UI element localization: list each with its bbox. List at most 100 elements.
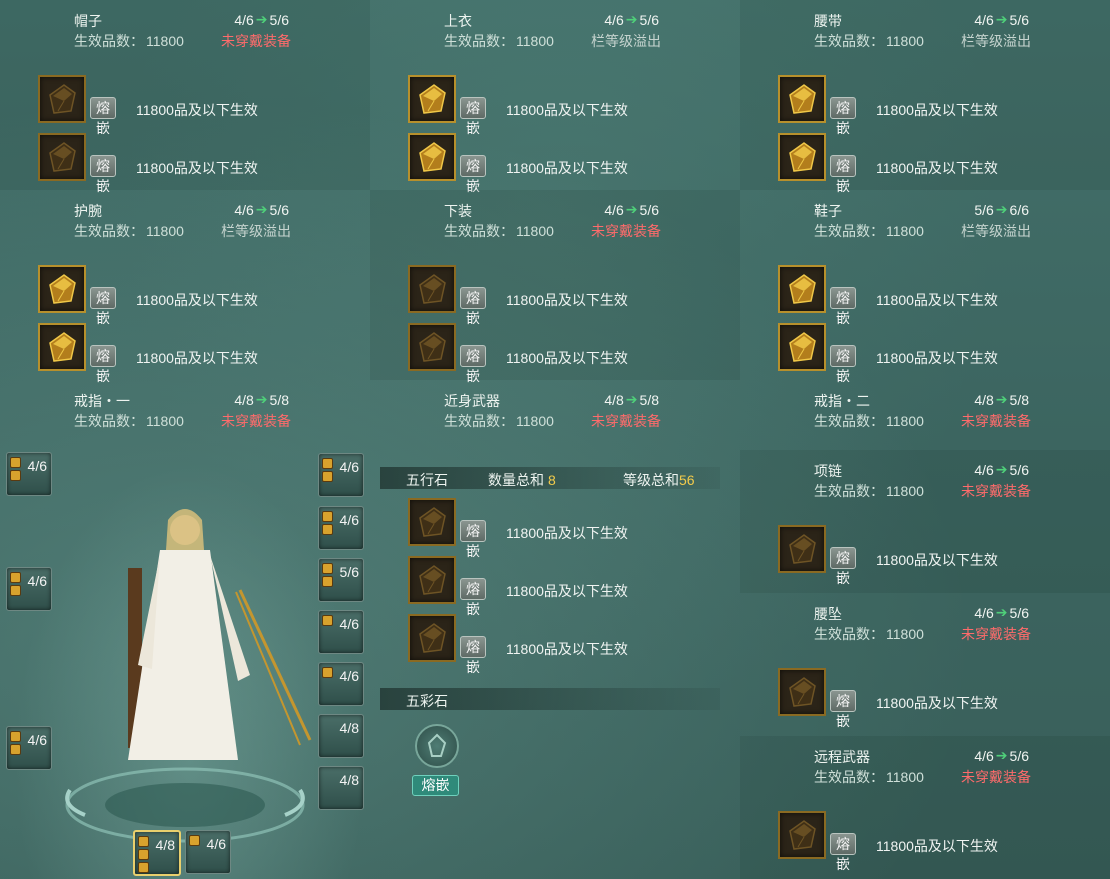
slot-level: 4/6 ➔ 5/6 bbox=[974, 747, 1029, 764]
gem-icon[interactable] bbox=[408, 323, 456, 371]
level-from: 4/6 bbox=[234, 11, 254, 28]
slot-level: 4/8 ➔ 5/8 bbox=[974, 391, 1029, 408]
equipment-slot[interactable]: 5/6 bbox=[318, 558, 364, 602]
gem-icon[interactable] bbox=[778, 133, 826, 181]
gem-icon[interactable] bbox=[408, 556, 456, 604]
inlay-button[interactable]: 熔嵌 bbox=[460, 636, 486, 675]
gem-effect-text: 11800品及以下生效 bbox=[506, 160, 628, 176]
gem-effect-text: 11800品及以下生效 bbox=[876, 102, 998, 118]
gem-dots bbox=[189, 835, 200, 848]
gem-icon[interactable] bbox=[778, 525, 826, 573]
equipment-panel: 腰坠 4/6 ➔ 5/6 生效品数： 11800 未穿戴装备 熔嵌 11800品及以下生效 bbox=[740, 593, 1110, 736]
slot-name: 帽子 bbox=[74, 13, 102, 29]
equipment-slot[interactable]: 4/6 bbox=[6, 452, 52, 496]
slot-name: 腰坠 bbox=[814, 606, 842, 622]
gem-dot-icon bbox=[10, 457, 21, 468]
slot-level: 4/6 ➔ 5/6 bbox=[974, 604, 1029, 621]
inlay-button[interactable]: 熔嵌 bbox=[830, 155, 856, 194]
gem-icon[interactable] bbox=[408, 498, 456, 546]
gem-icon[interactable] bbox=[778, 323, 826, 371]
level-from: 4/8 bbox=[974, 391, 994, 408]
gem-icon[interactable] bbox=[38, 75, 86, 123]
wucai-inlay-button[interactable]: 熔嵌 bbox=[412, 775, 459, 796]
gem-effect-text: 11800品及以下生效 bbox=[136, 292, 258, 308]
slot-name: 下装 bbox=[444, 203, 472, 219]
gem-dot-icon bbox=[10, 744, 21, 755]
effective-value: 11800 bbox=[146, 33, 184, 49]
arrow-right-icon: ➔ bbox=[995, 747, 1008, 763]
equipment-panel: 上衣 4/6 ➔ 5/6 生效品数： 11800 栏等级溢出 熔嵌 11800品及以下生效 熔嵌 1… bbox=[370, 0, 740, 194]
gem-icon[interactable] bbox=[778, 75, 826, 123]
gem-effect-text: 11800品及以下生效 bbox=[876, 695, 998, 711]
gem-icon[interactable] bbox=[408, 133, 456, 181]
equipment-panel: 戒指・二 4/8 ➔ 5/8 生效品数： 11800 未穿戴装备 bbox=[740, 380, 1110, 440]
arrow-right-icon: ➔ bbox=[625, 11, 638, 27]
gem-dot-icon bbox=[138, 849, 149, 860]
equipment-panel: 腰带 4/6 ➔ 5/6 生效品数： 11800 栏等级溢出 熔嵌 11800品及以下生效 熔嵌 1… bbox=[740, 0, 1110, 194]
equipment-slot[interactable]: 4/6 bbox=[318, 662, 364, 706]
gem-icon[interactable] bbox=[408, 265, 456, 313]
inlay-button[interactable]: 熔嵌 bbox=[90, 97, 116, 136]
effective-value: 11800 bbox=[146, 223, 184, 239]
equipment-panel: 远程武器 4/6 ➔ 5/6 生效品数： 11800 未穿戴装备 熔嵌 11800品及以下生效 bbox=[740, 736, 1110, 879]
wucai-slot-icon[interactable] bbox=[415, 724, 459, 768]
effective-label: 生效品数： bbox=[74, 223, 144, 239]
inlay-button[interactable]: 熔嵌 bbox=[460, 345, 486, 384]
equipment-slot[interactable]: 4/8 bbox=[318, 766, 364, 810]
inlay-button[interactable]: 熔嵌 bbox=[830, 287, 856, 326]
effective-label: 生效品数： bbox=[814, 769, 884, 785]
equipment-slot[interactable]: 4/6 bbox=[318, 506, 364, 550]
gem-effect-text: 11800品及以下生效 bbox=[136, 160, 258, 176]
gem-icon[interactable] bbox=[408, 75, 456, 123]
equipment-slot[interactable]: 4/6 bbox=[318, 610, 364, 654]
slot-count: 4/6 bbox=[339, 616, 359, 632]
effective-grade: 生效品数： 11800 bbox=[74, 411, 184, 431]
gem-icon[interactable] bbox=[778, 811, 826, 859]
equipment-slot[interactable]: 4/8 bbox=[318, 714, 364, 758]
slot-status: 栏等级溢出 bbox=[961, 223, 1031, 239]
inlay-button[interactable]: 熔嵌 bbox=[90, 287, 116, 326]
inlay-button[interactable]: 熔嵌 bbox=[460, 97, 486, 136]
gem-icon[interactable] bbox=[408, 614, 456, 662]
gem-icon[interactable] bbox=[778, 265, 826, 313]
inlay-button[interactable]: 熔嵌 bbox=[830, 833, 856, 872]
inlay-button[interactable]: 熔嵌 bbox=[830, 690, 856, 729]
gem-effect-text: 11800品及以下生效 bbox=[506, 102, 628, 118]
slot-status: 栏等级溢出 bbox=[221, 223, 291, 239]
equipment-slot[interactable]: 4/6 bbox=[6, 726, 52, 770]
effective-value: 11800 bbox=[516, 413, 554, 429]
effective-value: 11800 bbox=[886, 769, 924, 785]
level-from: 4/6 bbox=[974, 604, 994, 621]
gem-icon[interactable] bbox=[38, 323, 86, 371]
gem-icon[interactable] bbox=[38, 265, 86, 313]
inlay-button[interactable]: 熔嵌 bbox=[460, 287, 486, 326]
gem-dot-icon bbox=[138, 836, 149, 847]
slot-status: 未穿戴装备 bbox=[221, 413, 291, 429]
level-from: 4/8 bbox=[604, 391, 624, 408]
slot-count: 4/6 bbox=[339, 668, 359, 684]
inlay-button[interactable]: 熔嵌 bbox=[90, 155, 116, 194]
slot-status: 栏等级溢出 bbox=[961, 33, 1031, 49]
gem-effect-text: 11800品及以下生效 bbox=[506, 292, 628, 308]
equipment-slot[interactable]: 4/8 bbox=[133, 830, 181, 876]
equipment-slot[interactable]: 4/6 bbox=[6, 567, 52, 611]
gem-dots bbox=[322, 458, 333, 484]
gem-dots bbox=[322, 563, 333, 589]
slot-level: 4/8 ➔ 5/8 bbox=[604, 391, 659, 408]
equipment-slot[interactable]: 4/6 bbox=[318, 453, 364, 497]
inlay-button[interactable]: 熔嵌 bbox=[830, 97, 856, 136]
inlay-button[interactable]: 熔嵌 bbox=[830, 547, 856, 586]
equipment-slot[interactable]: 4/6 bbox=[185, 830, 231, 874]
inlay-button[interactable]: 熔嵌 bbox=[460, 520, 486, 559]
slot-level: 4/8 ➔ 5/8 bbox=[234, 391, 289, 408]
inlay-button[interactable]: 熔嵌 bbox=[460, 155, 486, 194]
inlay-button[interactable]: 熔嵌 bbox=[830, 345, 856, 384]
slot-name: 戒指・二 bbox=[814, 393, 870, 409]
slot-status: 未穿戴装备 bbox=[591, 223, 661, 239]
slot-count: 4/6 bbox=[339, 512, 359, 528]
inlay-button[interactable]: 熔嵌 bbox=[460, 578, 486, 617]
gem-icon[interactable] bbox=[38, 133, 86, 181]
level-from: 4/6 bbox=[974, 11, 994, 28]
gem-icon[interactable] bbox=[778, 668, 826, 716]
inlay-button[interactable]: 熔嵌 bbox=[90, 345, 116, 384]
